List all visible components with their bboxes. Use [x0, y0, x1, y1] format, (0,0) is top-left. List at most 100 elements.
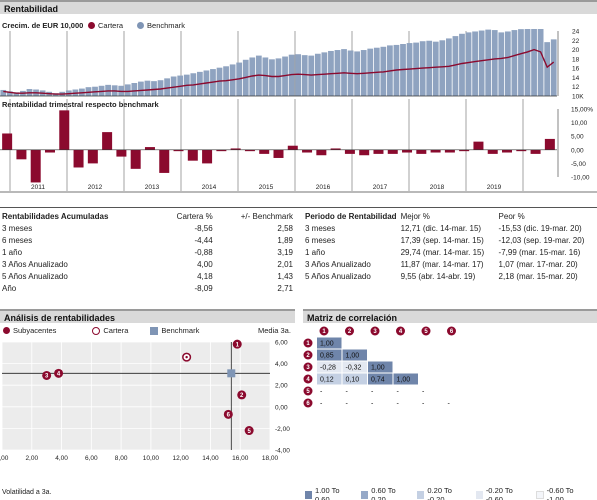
cell: 2,71: [277, 283, 293, 293]
legend-swatch: [305, 491, 313, 499]
cell: 1 año: [305, 247, 326, 257]
cell: 3 meses: [2, 223, 33, 233]
cell: 3 meses: [305, 223, 336, 233]
y-tick-label: 15,00%: [571, 107, 593, 114]
corr-legend-item: -0.60 To -1.00: [536, 486, 587, 500]
section-title: Rentabilidad: [4, 4, 59, 14]
benchmark-bar: [295, 54, 302, 96]
cell: 12,71 (dic. 14-mar. 15): [400, 223, 482, 233]
x-tick-label: 0,00: [0, 455, 9, 462]
correlation-value: 1,00: [371, 365, 385, 372]
x-tick-label: 6,00: [85, 455, 98, 462]
quarterly-bar: [2, 133, 13, 150]
y-tick-label: 16: [572, 66, 580, 73]
table-row: 1 año 29,74 (mar. 14-mar. 15) -7,99 (mar. …: [303, 246, 597, 258]
y-tick-label: -10,00: [571, 175, 590, 182]
table-row: 3 meses -8,56 2,58: [0, 222, 295, 234]
table-row: Año -8,09 2,71: [0, 282, 295, 294]
y-tick-label: 14: [572, 75, 580, 82]
correlation-value: -: [397, 401, 400, 408]
cell: 2,18 (mar. 15-mar. 20): [498, 271, 578, 281]
cell: -4,44: [194, 235, 213, 245]
y-tick-label: 2,00: [275, 383, 288, 390]
quarterly-bar: [287, 145, 298, 150]
year-label: 2018: [430, 184, 445, 191]
header-cell: Rentabilidades Acumuladas: [2, 211, 109, 221]
header-cell: Periodo de Rentabilidad: [305, 211, 397, 221]
benchmark-bar: [124, 84, 131, 96]
correlation-value: -: [422, 401, 425, 408]
quarterly-bar: [59, 110, 70, 150]
correlation-value: 0,12: [320, 377, 334, 384]
correlation-value: 1,00: [320, 341, 334, 348]
corr-legend-item: -0.20 To -0.60: [475, 486, 527, 500]
benchmark-bar: [498, 32, 505, 96]
year-label: 2012: [88, 184, 103, 191]
benchmark-bar: [138, 81, 144, 96]
corr-legend-item: 0.20 To -0.20: [417, 486, 465, 500]
y-tick-label: 10,00: [571, 120, 588, 127]
cartera-point-center: [185, 355, 188, 359]
benchmark-bar: [151, 81, 157, 96]
x-tick-label: 8,00: [115, 455, 128, 462]
y-tick-label: 12: [572, 84, 580, 91]
quarterly-bar: [116, 149, 127, 157]
correlation-value: 0,85: [320, 353, 334, 360]
correlation-value: -0,28: [320, 365, 336, 372]
correlation-value: -: [422, 389, 425, 396]
year-label: 2014: [202, 184, 217, 191]
y-tick-label: -2,00: [275, 426, 290, 433]
cell: 3 Años Anualizado: [2, 259, 68, 269]
corr-legend-item: 1.00 To 0.60: [305, 486, 351, 500]
scatter-chart: 0,00 2,00 4,00 6,00 8,00 10,00 12,00 14,00 16,00…: [0, 340, 290, 463]
quarterly-chart: 15,00% 10,00 5,00 0,00 -5,00 -10,00 2011 2012 20…: [0, 99, 597, 193]
quarterly-bar: [530, 149, 541, 154]
y-tick-label: 18: [572, 56, 580, 63]
benchmark-bar: [144, 80, 151, 96]
benchmark-bar: [308, 55, 315, 96]
year-label: 2016: [316, 184, 331, 191]
quarterly-bar: [387, 149, 398, 154]
cell: 4,00: [197, 259, 213, 269]
divider: [0, 207, 597, 208]
legend-label: 1.00 To 0.60: [315, 486, 340, 500]
quarterly-bar: [16, 149, 27, 160]
header-cell: Peor %: [498, 211, 525, 221]
benchmark-bar: [446, 38, 452, 96]
benchmark-bar: [478, 30, 485, 96]
table-row: 5 Años Anualizado 4,18 1,43: [0, 270, 295, 282]
header-cell: +/- Benchmark: [240, 211, 293, 221]
benchmark-legend-icon: [137, 22, 145, 29]
quarterly-bar: [259, 149, 270, 154]
benchmark-bar: [531, 29, 537, 97]
quarterly-bar: [187, 149, 198, 161]
cell: 29,74 (mar. 14-mar. 15): [400, 247, 485, 257]
quarterly-bar: [316, 149, 327, 156]
section-title: Análisis de rentabilidades: [4, 313, 116, 323]
quarterly-bar: [202, 149, 213, 164]
cell: 6 meses: [305, 235, 336, 245]
benchmark-bar: [301, 55, 308, 96]
legend-label: -0.60 To -1.00: [546, 486, 574, 500]
table-row: 6 meses 17,39 (sep. 14-mar. 15) -12,03 (se…: [303, 234, 597, 246]
benchmark-bar: [485, 29, 492, 96]
quarterly-bar: [87, 149, 98, 164]
y-tick-label: -4,00: [275, 448, 290, 455]
table-header-row: Rentabilidades Acumuladas Cartera % +/- …: [0, 210, 295, 222]
subyacentes-legend-icon: [3, 327, 10, 334]
correlation-value: -: [371, 401, 374, 408]
year-label: 2015: [259, 184, 274, 191]
benchmark-bar: [518, 29, 524, 97]
cell: 1,89: [277, 235, 293, 245]
cell: 1 año: [2, 247, 23, 257]
table-row: 3 Años Anualizado 4,00 2,01: [0, 258, 295, 270]
benchmark-bar: [504, 31, 511, 96]
quarterly-bar: [130, 149, 141, 169]
periodo-table: Periodo de Rentabilidad Mejor % Peor % 3…: [303, 210, 597, 282]
benchmark-bar: [269, 59, 275, 96]
y-tick-label: 5,00: [571, 134, 584, 141]
benchmark-bar: [439, 40, 446, 96]
benchmark-bar: [465, 32, 472, 96]
quarterly-bar: [373, 149, 384, 154]
x-tick-label: 2,00: [25, 455, 38, 462]
